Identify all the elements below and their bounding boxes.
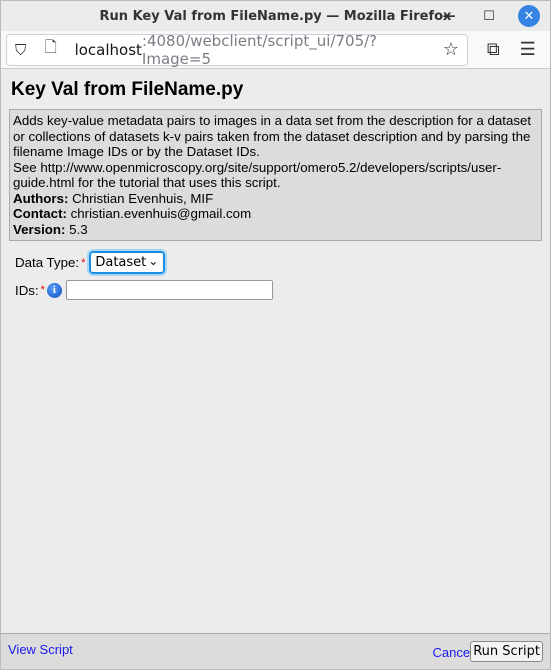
browser-toolbar: ⛉ 🗋 localhost:4080/webclient/script_ui/7… — [1, 31, 550, 69]
authors-label: Authors: — [13, 190, 69, 206]
version-label: Version: — [13, 221, 66, 237]
version: 5.3 — [69, 221, 88, 237]
close-icon[interactable]: ✕ — [518, 5, 540, 27]
ids-row: IDs: * i — [15, 280, 542, 300]
tutorial-text: See http://www.openmicroscopy.org/site/s… — [13, 159, 502, 191]
ids-label: IDs: — [15, 282, 39, 298]
required-mark: * — [40, 284, 45, 296]
bookmark-star-icon[interactable]: ☆ — [443, 39, 459, 60]
contact: christian.evenhuis@gmail.com — [70, 206, 252, 221]
description-text: Adds key-value metadata pairs to images … — [13, 113, 532, 159]
contact-label: Contact: — [13, 206, 67, 221]
url-path: :4080/webclient/script_ui/705/?Image=5 — [141, 31, 378, 68]
window-title: Run Key Val from FileName.py — Mozilla F… — [99, 8, 452, 24]
page-icon[interactable]: 🗋 — [45, 37, 65, 62]
shield-icon[interactable]: ⛉ — [15, 41, 35, 59]
extensions-icon[interactable]: ⧉ — [476, 39, 511, 60]
view-script-link[interactable]: View Script — [8, 642, 73, 657]
authors: Christian Evenhuis, MIF — [72, 190, 214, 206]
menu-icon[interactable]: ☰ — [511, 39, 546, 60]
required-mark: * — [81, 256, 86, 269]
info-icon[interactable]: i — [46, 282, 62, 298]
minimize-icon[interactable]: — — [438, 5, 460, 27]
url-bar[interactable]: ⛉ 🗋 localhost:4080/webclient/script_ui/7… — [6, 31, 468, 68]
ids-input[interactable] — [65, 280, 273, 300]
page-title: Key Val from FileName.py — [11, 79, 244, 100]
script-form: Key Val from FileName.py Adds key-value … — [1, 69, 550, 300]
window-titlebar: Run Key Val from FileName.py — Mozilla F… — [1, 1, 550, 31]
data-type-row: Data Type: * Dataset ⌄ — [15, 249, 542, 276]
maximize-icon[interactable]: ☐ — [478, 5, 500, 27]
run-script-button[interactable]: Run Script — [470, 641, 543, 662]
url-host: localhost — [74, 40, 142, 59]
data-type-label: Data Type: — [15, 255, 80, 270]
cancel-link[interactable]: Cancel — [433, 645, 473, 660]
script-description: Adds key-value metadata pairs to images … — [9, 109, 542, 241]
footer: View Script Cancel Run Script — [1, 633, 550, 669]
data-type-select[interactable]: Dataset — [87, 249, 168, 276]
